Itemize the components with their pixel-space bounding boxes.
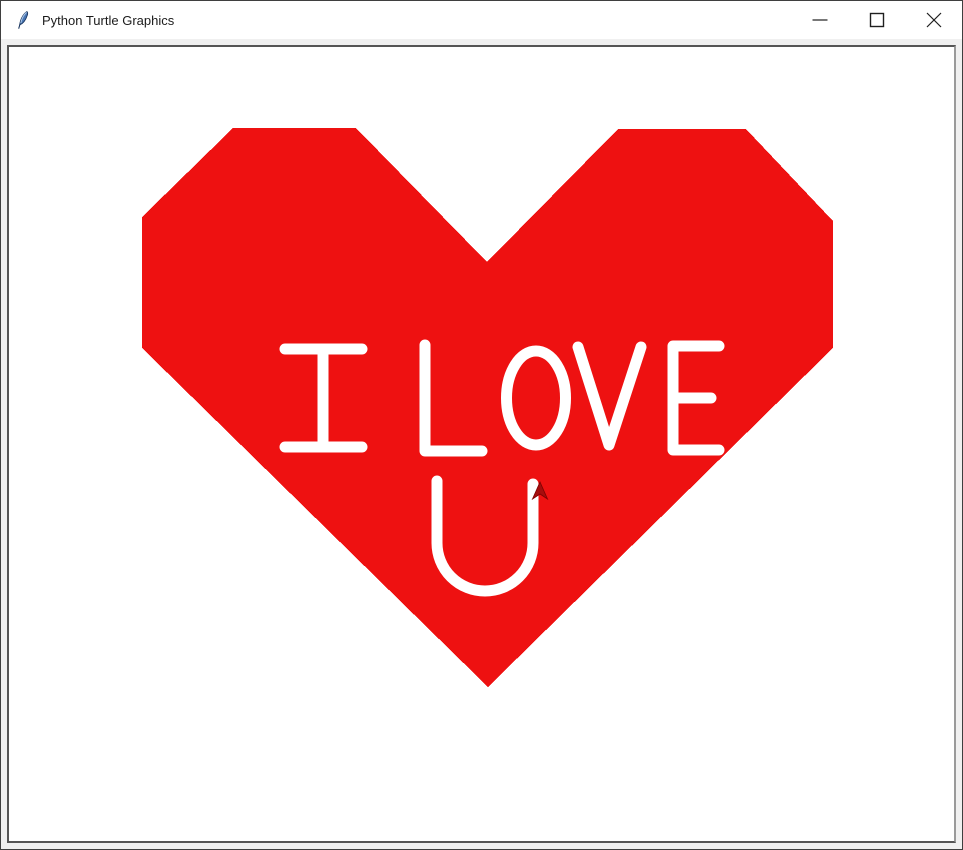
canvas-frame	[1, 39, 962, 849]
window-title: Python Turtle Graphics	[42, 13, 174, 28]
titlebar-left: Python Turtle Graphics	[1, 10, 174, 31]
titlebar[interactable]: Python Turtle Graphics	[1, 1, 962, 39]
close-icon	[926, 12, 942, 28]
window-controls	[791, 1, 962, 39]
maximize-icon	[869, 12, 885, 28]
minimize-button[interactable]	[791, 1, 848, 39]
turtle-canvas[interactable]	[7, 45, 956, 843]
close-button[interactable]	[905, 1, 962, 39]
tk-feather-icon	[14, 10, 33, 31]
turtle-graphics-window: Python Turtle Graphics	[0, 0, 963, 850]
minimize-icon	[812, 12, 828, 28]
maximize-button[interactable]	[848, 1, 905, 39]
